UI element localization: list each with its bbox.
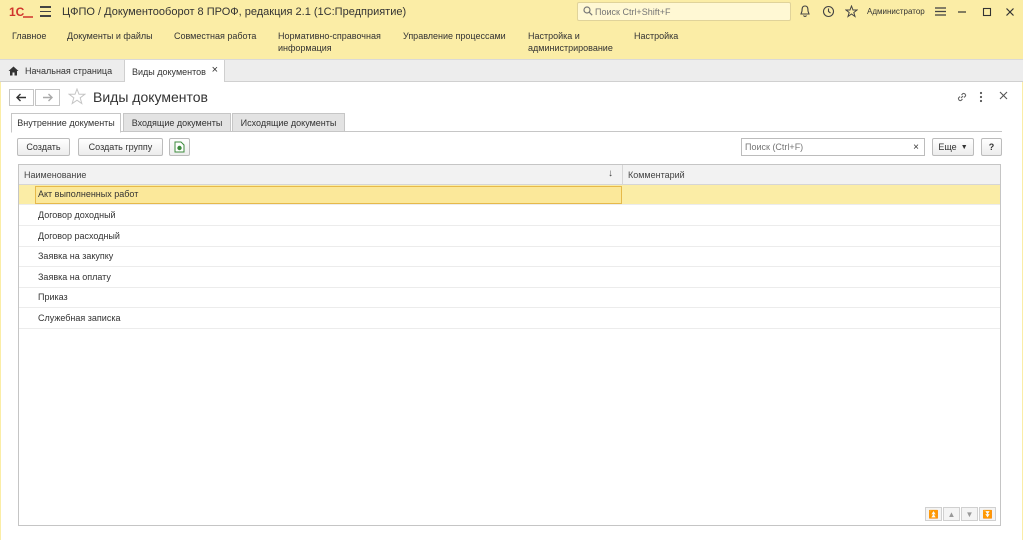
user-name[interactable]: Администратор xyxy=(867,7,925,16)
section-collaboration[interactable]: Совместная работа xyxy=(174,30,256,42)
create-button[interactable]: Создать xyxy=(17,138,70,156)
list-search-input[interactable] xyxy=(742,139,902,155)
list-search[interactable] xyxy=(741,138,909,156)
scroll-up-icon[interactable]: ▲ xyxy=(943,507,960,521)
global-search[interactable] xyxy=(577,2,791,21)
table-row[interactable]: Акт выполненных работ xyxy=(19,185,1000,205)
minimize-icon[interactable] xyxy=(953,3,971,20)
row-name: Заявка на оплату xyxy=(38,272,111,282)
close-window-icon[interactable] xyxy=(1001,3,1019,20)
more-button[interactable]: Еще ▼ xyxy=(932,138,974,156)
clear-search-icon[interactable]: × xyxy=(908,138,925,156)
row-name: Акт выполненных работ xyxy=(38,189,139,199)
table-header: Наименование ↓ Комментарий xyxy=(19,165,1000,185)
table-row[interactable]: Заявка на закупку xyxy=(19,247,1000,267)
add-to-favorites-icon[interactable] xyxy=(68,88,86,105)
close-form-icon[interactable] xyxy=(999,91,1008,100)
app-title: ЦФПО / Документооборот 8 ПРОФ, редакция … xyxy=(62,6,407,18)
arrow-right-icon xyxy=(43,93,53,102)
column-header-name-label: Наименование xyxy=(24,170,87,180)
home-page-tab[interactable]: Начальная страница xyxy=(0,60,112,82)
row-name: Приказ xyxy=(38,292,68,302)
scroll-top-icon[interactable]: ⏫ xyxy=(925,507,942,521)
table-row[interactable]: Служебная записка xyxy=(19,309,1000,329)
open-windows-bar: Начальная страница Виды документов × xyxy=(0,59,1023,83)
row-name: Заявка на закупку xyxy=(38,251,114,261)
tab-internal-documents[interactable]: Внутренние документы xyxy=(11,113,121,133)
close-tab-icon[interactable]: × xyxy=(212,64,218,76)
section-settings[interactable]: Настройка xyxy=(634,30,678,42)
title-bar: 1С ЦФПО / Документооборот 8 ПРОФ, редакц… xyxy=(0,0,1023,24)
page-title: Виды документов xyxy=(93,89,208,105)
row-name: Служебная записка xyxy=(38,313,121,323)
back-button[interactable] xyxy=(9,89,34,106)
1c-logo-icon: 1С xyxy=(9,5,33,18)
table-row[interactable]: Договор доходный xyxy=(19,206,1000,226)
help-button[interactable]: ? xyxy=(981,138,1002,156)
sections-panel: Главное Документы и файлы Совместная раб… xyxy=(0,24,1023,59)
favorites-star-icon[interactable] xyxy=(844,4,859,19)
document-types-table: Наименование ↓ Комментарий Акт выполненн… xyxy=(18,164,1001,526)
scroll-bottom-icon[interactable]: ⏬ xyxy=(979,507,996,521)
more-actions-icon[interactable] xyxy=(979,91,983,103)
section-settings-admin[interactable]: Настройка и администрирование xyxy=(528,30,620,54)
home-icon xyxy=(8,66,19,76)
section-reference-info[interactable]: Нормативно-справочная информация xyxy=(278,30,388,54)
section-documents-files[interactable]: Документы и файлы xyxy=(67,30,153,42)
table-row[interactable]: Заявка на оплату xyxy=(19,268,1000,288)
section-process-management[interactable]: Управление процессами xyxy=(403,30,506,42)
document-types-tab[interactable]: Виды документов × xyxy=(124,60,225,83)
create-group-button[interactable]: Создать группу xyxy=(78,138,163,156)
tab-outgoing-documents[interactable]: Исходящие документы xyxy=(232,113,345,132)
table-row[interactable]: Договор расходный xyxy=(19,227,1000,247)
row-name: Договор расходный xyxy=(38,231,120,241)
dropdown-caret-icon: ▼ xyxy=(960,143,968,151)
global-search-input[interactable] xyxy=(595,4,785,19)
tab-incoming-documents[interactable]: Входящие документы xyxy=(123,113,231,132)
row-name: Договор доходный xyxy=(38,210,116,220)
scroll-down-icon[interactable]: ▼ xyxy=(961,507,978,521)
link-icon[interactable] xyxy=(956,91,968,103)
excel-export-button[interactable] xyxy=(169,138,190,156)
document-types-tab-label: Виды документов xyxy=(132,66,206,77)
spreadsheet-icon xyxy=(174,141,185,153)
settings-menu-icon[interactable] xyxy=(933,4,948,19)
bell-icon[interactable] xyxy=(797,4,812,19)
table-row[interactable]: Приказ xyxy=(19,288,1000,308)
maximize-icon[interactable] xyxy=(978,3,996,20)
section-main[interactable]: Главное xyxy=(12,30,46,42)
svg-text:1С: 1С xyxy=(9,5,25,18)
forward-button[interactable] xyxy=(35,89,60,106)
arrow-left-icon xyxy=(16,93,26,102)
form-area: Виды документов Внутренние документы Вхо… xyxy=(1,82,1022,540)
main-menu-icon[interactable] xyxy=(40,6,51,17)
table-scroll-controls: ⏫ ▲ ▼ ⏬ xyxy=(925,507,996,521)
sort-down-icon[interactable]: ↓ xyxy=(608,168,613,179)
more-button-label: Еще xyxy=(938,142,957,152)
column-header-comment[interactable]: Комментарий xyxy=(623,165,1000,185)
search-icon xyxy=(583,6,593,16)
history-icon[interactable] xyxy=(821,4,836,19)
column-header-name[interactable]: Наименование ↓ xyxy=(19,165,623,185)
home-page-tab-label: Начальная страница xyxy=(25,66,113,76)
